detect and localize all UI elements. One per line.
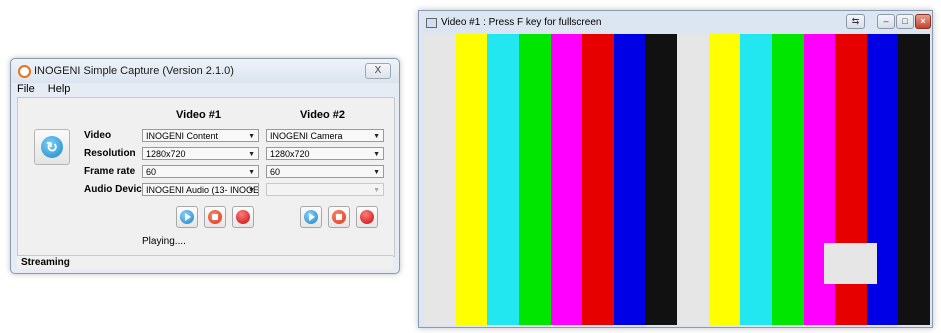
video2-play-button[interactable] [300, 206, 322, 228]
color-bar [645, 34, 677, 325]
maximize-button[interactable]: □ [896, 14, 914, 29]
video1-record-button[interactable] [232, 206, 254, 228]
video1-frame-rate-value: 60 [146, 167, 157, 177]
video2-resolution-value: 1280x720 [270, 149, 310, 159]
video2-audio-select[interactable]: ▼ [266, 183, 384, 196]
video1-resolution-value: 1280x720 [146, 149, 186, 159]
chevron-down-icon: ▼ [373, 151, 380, 158]
chevron-down-icon: ▼ [248, 169, 255, 176]
close-button[interactable]: X [365, 63, 391, 79]
capture-window: INOGENI Simple Capture (Version 2.1.0) X… [10, 58, 400, 274]
restore-button[interactable]: ⇆ [846, 14, 865, 29]
video1-frame-rate-select[interactable]: 60 ▼ [142, 165, 259, 178]
record-icon [360, 210, 374, 224]
video2-record-button[interactable] [356, 206, 378, 228]
video-window-title: Video #1 : Press F key for fullscreen [441, 17, 602, 28]
video-label: Video [84, 130, 112, 141]
menu-file[interactable]: File [17, 83, 35, 95]
video2-frame-rate-value: 60 [270, 167, 281, 177]
capture-title-bar[interactable]: INOGENI Simple Capture (Version 2.1.0) X [11, 59, 399, 83]
chevron-down-icon: ▼ [248, 187, 255, 194]
video2-resolution-select[interactable]: 1280x720 ▼ [266, 147, 384, 160]
window-icon [426, 18, 437, 28]
video1-source-select[interactable]: INOGENI Content ▼ [142, 129, 259, 142]
video1-source-value: INOGENI Content [146, 131, 219, 141]
color-bar [708, 34, 741, 325]
chevron-down-icon: ▼ [373, 187, 380, 194]
capture-window-title: INOGENI Simple Capture (Version 2.1.0) [34, 65, 234, 77]
video2-source-value: INOGENI Camera [270, 131, 343, 141]
app-icon [18, 65, 31, 78]
color-bar [518, 34, 551, 325]
overlay-box [824, 243, 877, 284]
color-bar [771, 34, 804, 325]
video1-audio-value: INOGENI Audio (13- INOGENI A [146, 185, 259, 195]
menu-bar: File Help [17, 83, 80, 97]
play-icon [304, 210, 318, 224]
close-button[interactable]: × [915, 14, 931, 29]
audio-device-label: Audio Device [84, 184, 148, 195]
video1-play-button[interactable] [176, 206, 198, 228]
color-bar [582, 34, 614, 325]
video2-source-select[interactable]: INOGENI Camera ▼ [266, 129, 384, 142]
video1-resolution-select[interactable]: 1280x720 ▼ [142, 147, 259, 160]
color-bar [677, 34, 709, 325]
chevron-down-icon: ▼ [248, 151, 255, 158]
refresh-icon: ↻ [41, 136, 63, 158]
chevron-down-icon: ▼ [373, 133, 380, 140]
chevron-down-icon: ▼ [248, 133, 255, 140]
play-icon [180, 210, 194, 224]
color-bar [424, 34, 456, 325]
video1-audio-select[interactable]: INOGENI Audio (13- INOGENI A ▼ [142, 183, 259, 196]
color-bar [487, 34, 519, 325]
color-bar [550, 34, 583, 325]
minimize-button[interactable]: – [877, 14, 895, 29]
color-bar [740, 34, 772, 325]
stop-icon [332, 210, 346, 224]
color-bar [613, 34, 646, 325]
video1-stop-button[interactable] [204, 206, 226, 228]
playback-status: Playing.... [142, 236, 186, 247]
color-bar [455, 34, 488, 325]
refresh-button[interactable]: ↻ [34, 129, 70, 165]
resolution-label: Resolution [84, 148, 136, 159]
record-icon [236, 210, 250, 224]
frame-rate-label: Frame rate [84, 166, 136, 177]
video2-frame-rate-select[interactable]: 60 ▼ [266, 165, 384, 178]
status-bar: Streaming [17, 255, 393, 269]
video1-header: Video #1 [176, 109, 222, 121]
chevron-down-icon: ▼ [373, 169, 380, 176]
video2-stop-button[interactable] [328, 206, 350, 228]
video-window: Video #1 : Press F key for fullscreen ⇆ … [418, 10, 933, 328]
menu-help[interactable]: Help [48, 83, 71, 95]
video2-header: Video #2 [300, 109, 346, 121]
capture-client-area: ↻ Video #1 Video #2 Video Resolution Fra… [17, 97, 395, 257]
stop-icon [208, 210, 222, 224]
color-bar [898, 34, 930, 325]
